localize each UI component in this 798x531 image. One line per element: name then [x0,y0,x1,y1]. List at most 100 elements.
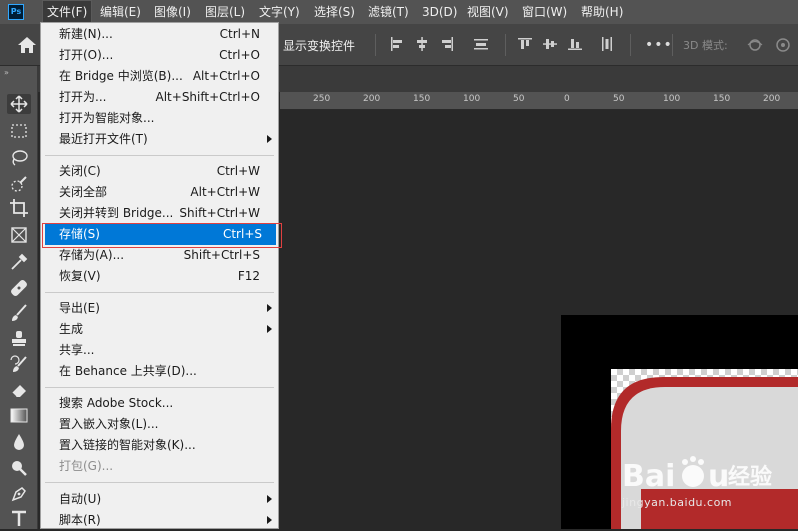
eraser-tool[interactable] [9,380,29,400]
menu-item-search-adobe-stock[interactable]: 搜索 Adobe Stock... [41,393,278,414]
menu-edit[interactable]: 编辑(E) [96,0,145,24]
menu-bar: Ps 文件(F) 编辑(E) 图像(I) 图层(L) 文字(Y) 选择(S) 滤… [0,0,798,24]
menu-3d[interactable]: 3D(D) [418,0,461,24]
menu-item-generate[interactable]: 生成 [41,319,278,340]
menu-type[interactable]: 文字(Y) [255,0,304,24]
watermark-url: jingyan.baidu.com [622,496,733,509]
svg-text:Bai: Bai [622,459,675,494]
menu-separator [45,292,274,293]
ruler-label: 200 [363,94,381,104]
show-transform-controls-label[interactable]: 显示变换控件 [283,37,355,54]
align-bottom-icon[interactable] [568,37,582,51]
more-options-icon[interactable]: ••• [645,37,673,53]
ruler-label: 100 [463,94,481,104]
menu-separator [45,387,274,388]
menu-item-browse-in-bridge[interactable]: 在 Bridge 中浏览(B)... Alt+Ctrl+O [41,66,278,87]
rectangle-marquee-icon [11,124,27,138]
quick-selection-icon [11,176,27,192]
submenu-arrow-icon [267,135,272,143]
ruler-label: 50 [513,94,525,104]
ruler-label: 150 [413,94,431,104]
menu-item-automate[interactable]: 自动(U) [41,489,278,510]
menu-item-open[interactable]: 打开(O)... Ctrl+O [41,45,278,66]
menu-item-close-and-go-to-bridge[interactable]: 关闭并转到 Bridge... Shift+Ctrl+W [41,203,278,224]
menu-item-revert[interactable]: 恢复(V) F12 [41,266,278,287]
drop-icon [14,434,24,450]
menu-item-open-as-smart-object[interactable]: 打开为智能对象... [41,108,278,129]
stamp-icon [12,331,26,346]
menu-file[interactable]: 文件(F) [42,0,93,24]
move-tool[interactable] [7,94,31,114]
align-top-icon[interactable] [518,37,532,51]
dodge-tool[interactable] [9,458,29,478]
type-tool[interactable] [9,508,29,528]
submenu-arrow-icon [267,495,272,503]
crop-icon [10,199,28,217]
pen-tool[interactable] [9,484,29,504]
pen-icon [11,487,26,502]
brush-tool[interactable] [9,303,29,323]
menu-layer[interactable]: 图层(L) [201,0,249,24]
photoshop-logo[interactable]: Ps [8,4,24,20]
history-brush-tool[interactable] [9,355,29,375]
lasso-tool[interactable] [9,148,29,168]
align-left-icon[interactable] [390,37,404,51]
menu-separator [45,155,274,156]
menu-item-scripts[interactable]: 脚本(R) [41,510,278,531]
menu-view[interactable]: 视图(V) [463,0,513,24]
options-divider [375,34,376,56]
menu-select[interactable]: 选择(S) [310,0,359,24]
menu-help[interactable]: 帮助(H) [577,0,627,24]
ruler-label: 250 [313,94,331,104]
align-right-icon[interactable] [440,37,454,51]
align-center-icon[interactable] [415,37,429,51]
ruler-label: 0 [564,94,570,104]
panel-grip-icon[interactable]: » [4,68,9,77]
menu-window[interactable]: 窗口(W) [518,0,571,24]
menu-item-save-as[interactable]: 存储为(A)... Shift+Ctrl+S [41,245,278,266]
frame-tool[interactable] [9,225,29,245]
menu-item-close[interactable]: 关闭(C) Ctrl+W [41,161,278,182]
annotation-highlight-box [42,223,282,248]
distribute-icon[interactable] [474,37,488,51]
menu-separator [45,482,274,483]
menu-item-open-recent[interactable]: 最近打开文件(T) [41,129,278,150]
eyedropper-tool[interactable] [9,252,29,272]
move-icon [10,95,28,113]
frame-icon [11,227,27,243]
3d-rotate-icon[interactable] [746,36,764,54]
menu-item-open-as[interactable]: 打开为... Alt+Shift+Ctrl+O [41,87,278,108]
healing-brush-tool[interactable] [9,278,29,298]
menu-item-export[interactable]: 导出(E) [41,298,278,319]
menu-filter[interactable]: 滤镜(T) [364,0,413,24]
menu-item-place-linked[interactable]: 置入链接的智能对象(K)... [41,435,278,456]
eyedropper-icon [11,253,28,270]
lasso-icon [12,150,28,166]
crop-tool[interactable] [9,198,29,218]
gradient-tool[interactable] [9,406,29,426]
eraser-icon [11,385,26,398]
quick-selection-tool[interactable] [9,174,29,194]
submenu-arrow-icon [267,516,272,524]
menu-image[interactable]: 图像(I) [150,0,195,24]
3d-mode-label: 3D 模式: [683,39,728,52]
menu-item-share[interactable]: 共享... [41,340,278,361]
menu-item-place-embedded[interactable]: 置入嵌入对象(L)... [41,414,278,435]
3d-roll-icon[interactable] [774,36,792,54]
clone-stamp-tool[interactable] [9,329,29,349]
home-icon[interactable] [17,36,37,54]
blur-tool[interactable] [9,432,29,452]
align-middle-icon[interactable] [543,37,557,51]
menu-item-new[interactable]: 新建(N)... Ctrl+N [41,24,278,45]
menu-item-close-all[interactable]: 关闭全部 Alt+Ctrl+W [41,182,278,203]
options-divider [672,34,673,56]
options-divider [505,34,506,56]
distribute-vertical-icon[interactable] [600,37,614,51]
marquee-tool[interactable] [9,121,29,141]
brush-icon [12,304,27,321]
ruler-label: 50 [613,94,625,104]
horizontal-ruler[interactable]: 250 200 150 100 50 0 50 100 150 200 [280,92,798,110]
menu-item-share-on-behance[interactable]: 在 Behance 上共享(D)... [41,361,278,382]
svg-text:u: u [708,459,729,494]
ruler-label: 150 [713,94,731,104]
